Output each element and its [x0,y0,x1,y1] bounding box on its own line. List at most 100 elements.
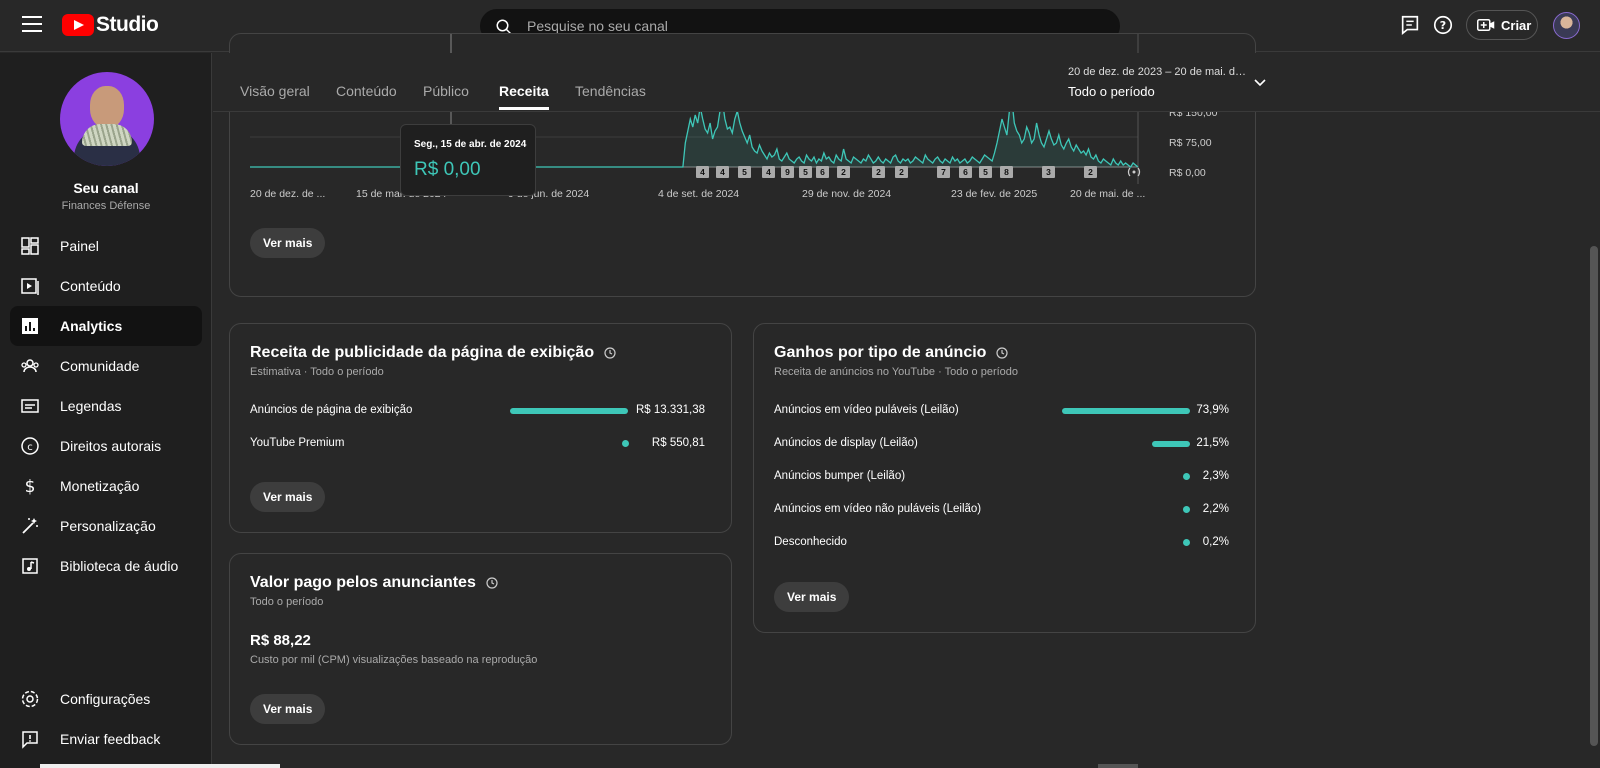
sidebar: Seu canal Finances Défense Painel Conteú… [0,53,212,768]
video-marker[interactable]: 7 [937,166,950,178]
channel-handle: Finances Défense [61,200,151,212]
subtitles-icon [21,399,39,413]
see-more-button[interactable]: Ver mais [250,482,326,512]
monetization-icon: $ [25,477,36,496]
horizontal-scrollbar-right[interactable] [1098,764,1138,768]
video-marker[interactable]: 3 [1042,166,1055,178]
create-button[interactable]: Criar [1466,10,1538,40]
video-marker[interactable]: 5 [738,166,751,178]
help-icon[interactable]: ? [1432,14,1454,36]
customization-icon [22,518,38,534]
menu-icon[interactable] [22,16,42,34]
video-marker[interactable]: 2 [872,166,885,178]
studio-logo[interactable]: Studio [62,13,159,37]
chevron-down-icon [1254,79,1266,87]
channel-name: Seu canal [73,180,139,196]
dashboard-icon [21,237,39,255]
analytics-tabs: Visão geral Conteúdo Público Receita Ten… [213,53,1600,112]
ad-revenue-card: Receita de publicidade da página de exib… [229,323,732,533]
period-label: Todo o período [1068,84,1155,99]
sidebar-item-monetizacao[interactable]: $ Monetização [10,466,202,506]
video-marker[interactable]: 5 [979,166,992,178]
sidebar-item-label: Analytics [60,318,123,334]
youtube-logo-icon [62,14,94,36]
chart-tooltip: Seg., 15 de abr. de 2024 R$ 0,00 [400,124,536,196]
y-tick-label: R$ 75,00 [1169,137,1212,149]
copyright-icon: c [21,437,39,455]
share-bar [1152,441,1190,447]
sidebar-item-label: Painel [60,238,99,254]
list-item: YouTube Premium R$ 550,81 [250,437,705,449]
create-video-icon [1477,19,1495,31]
avatar-head [90,86,124,128]
cpm-value: R$ 88,22 [250,632,311,649]
see-more-button[interactable]: Ver mais [250,228,326,258]
tab-visao-geral[interactable]: Visão geral [240,83,310,99]
see-more-button[interactable]: Ver mais [774,582,850,612]
avatar-money-fan [82,124,132,146]
sidebar-item-label: Personalização [60,518,156,534]
sidebar-item-personalizacao[interactable]: Personalização [10,506,202,546]
analytics-icon [22,318,38,334]
sidebar-item-direitos-autorais[interactable]: c Direitos autorais [10,426,202,466]
svg-text:c: c [27,442,33,453]
sidebar-item-configuracoes[interactable]: Configurações [10,679,202,719]
video-marker[interactable]: 2 [895,166,908,178]
settings-icon [21,690,39,708]
svg-text:?: ? [1440,19,1446,32]
tab-receita[interactable]: Receita [499,83,549,110]
video-marker[interactable]: 4 [696,166,709,178]
sidebar-item-comunidade[interactable]: Comunidade [10,346,202,386]
share-dot [622,440,629,447]
list-item: Anúncios de display (Leilão) 21,5% [774,437,1229,449]
video-marker[interactable]: 4 [716,166,729,178]
sidebar-item-enviar-feedback[interactable]: Enviar feedback [10,719,202,759]
account-avatar[interactable] [1553,12,1580,39]
video-marker[interactable]: 2 [837,166,850,178]
sidebar-item-label: Legendas [60,398,122,414]
share-dot [1183,539,1190,546]
clock-icon [486,577,498,589]
video-marker[interactable]: 6 [959,166,972,178]
video-marker[interactable]: 5 [799,166,812,178]
sidebar-item-legendas[interactable]: Legendas [10,386,202,426]
content-icon [21,278,39,295]
card-title: Valor pago pelos anunciantes [250,574,498,592]
list-item: Anúncios em vídeo puláveis (Leilão) 73,9… [774,404,1229,416]
cpm-description: Custo por mil (CPM) visualizações basead… [250,654,538,666]
tooltip-date: Seg., 15 de abr. de 2024 [414,139,527,150]
see-more-button[interactable]: Ver mais [250,694,326,724]
sidebar-item-biblioteca-de-audio[interactable]: Biblioteca de áudio [10,546,202,586]
channel-avatar[interactable] [60,72,154,166]
card-subtitle: Todo o período [250,596,324,608]
sidebar-item-analytics[interactable]: Analytics [10,306,202,346]
video-marker[interactable]: 4 [762,166,775,178]
video-marker[interactable]: 8 [1000,166,1013,178]
list-item: Anúncios de página de exibição R$ 13.331… [250,404,705,416]
card-title: Ganhos por tipo de anúncio [774,344,1009,362]
period-selector[interactable]: 20 de dez. de 2023 – 20 de mai. de 2025 … [1068,66,1268,99]
tab-tendencias[interactable]: Tendências [575,83,646,99]
sidebar-item-label: Enviar feedback [60,731,161,747]
video-marker[interactable]: 2 [1084,166,1097,178]
sidebar-item-painel[interactable]: Painel [10,226,202,266]
video-marker[interactable]: 6 [816,166,829,178]
vertical-scrollbar[interactable] [1590,246,1598,746]
clock-icon [604,347,616,359]
create-label: Criar [1501,17,1532,33]
audio-library-icon [22,558,38,574]
video-marker[interactable]: 9 [781,166,794,178]
sidebar-item-label: Biblioteca de áudio [60,558,179,574]
horizontal-scrollbar-left[interactable] [40,764,280,768]
community-icon [21,359,39,373]
clock-icon [996,347,1009,359]
sidebar-item-conteudo[interactable]: Conteúdo [10,266,202,306]
share-bar [1062,408,1190,414]
list-item: Anúncios bumper (Leilão) 2,3% [774,470,1229,482]
tab-conteudo[interactable]: Conteúdo [336,83,397,99]
tab-publico[interactable]: Público [423,83,469,99]
x-tick-label: 20 de dez. de ... [250,188,326,200]
comments-icon[interactable] [1399,14,1421,36]
sidebar-item-label: Monetização [60,478,140,494]
sidebar-item-label: Direitos autorais [60,438,162,454]
